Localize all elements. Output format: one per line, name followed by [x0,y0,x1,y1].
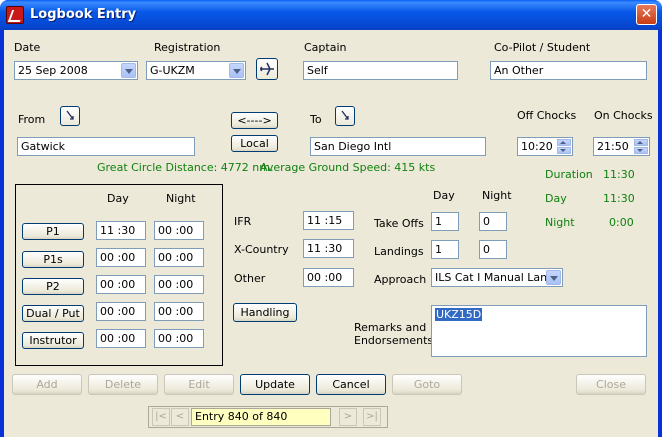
p2-night-field[interactable]: 00 :00 [154,275,204,294]
p1s-day-field[interactable]: 00 :00 [96,248,146,267]
average-ground-speed: Average Ground Speed: 415 kts [260,161,436,174]
off-chocks-label: Off Chocks [517,109,577,122]
other-label: Other [234,272,266,285]
remarks-label-line2: Endorsements [354,334,434,347]
captain-label: Captain [304,41,347,54]
dialog-body: Date 25 Sep 2008 Registration G-UKZM Cap… [4,30,658,437]
local-button[interactable]: Local [231,135,278,152]
from-label: From [18,113,46,126]
entry-position: Entry 840 of 840 [191,408,331,426]
captain-field[interactable]: Self [303,61,458,80]
xcountry-field[interactable]: 11 :30 [303,239,354,258]
off-chocks-field[interactable]: 10:20 [517,137,573,156]
delete-button[interactable]: Delete [88,374,158,395]
first-record-button[interactable]: |< [152,408,170,426]
logbook-entry-window: Logbook Entry ✕ Date 25 Sep 2008 Registr… [0,0,662,437]
from-field[interactable]: Gatwick [17,137,195,156]
remarks-label-line1: Remarks and [354,321,427,334]
edit-button[interactable]: Edit [164,374,234,395]
dual-night-field[interactable]: 00 :00 [154,302,204,321]
takeoffs-label: Take Offs [374,217,424,230]
registration-value: G-UKZM [150,64,195,77]
goto-button[interactable]: Goto [392,374,462,395]
day-summary-value: 11:30 [603,192,635,205]
locate-icon [341,110,349,120]
window-title: Logbook Entry [30,7,137,22]
copilot-field[interactable]: An Other [490,61,647,80]
p1s-night-field[interactable]: 00 :00 [154,248,204,267]
off-chocks-spinner[interactable] [557,139,571,154]
xcountry-label: X-Country [234,243,289,256]
chevron-down-icon[interactable] [546,270,561,285]
from-lookup-button[interactable] [60,106,80,126]
off-chocks-value: 10:20 [521,140,553,153]
role-p1-button[interactable]: P1 [22,223,84,240]
ifr-field[interactable]: 11 :15 [303,211,354,230]
p2-day-field[interactable]: 00 :00 [96,275,146,294]
night-summary-label: Night [545,216,575,229]
dual-day-field[interactable]: 00 :00 [96,302,146,321]
registration-label: Registration [154,41,221,54]
chevron-down-icon[interactable] [121,63,136,78]
p1-night-field[interactable]: 00 :00 [154,221,204,240]
instructor-day-field[interactable]: 00 :00 [96,329,146,348]
role-day-header: Day [107,192,129,205]
swap-airports-button[interactable]: <----> [231,112,278,129]
duration-label: Duration [545,168,593,181]
role-p2-button[interactable]: P2 [22,278,84,295]
update-button[interactable]: Update [240,374,310,395]
takeoffs-day-field[interactable]: 1 [431,212,459,231]
airplane-icon [260,62,274,76]
role-night-header: Night [166,192,196,205]
handling-button[interactable]: Handling [233,303,297,322]
title-bar[interactable]: Logbook Entry ✕ [0,0,662,30]
instructor-night-field[interactable]: 00 :00 [154,329,204,348]
remarks-textarea[interactable]: UKZ15D [431,305,647,357]
night-summary-value: 0:00 [609,216,634,229]
ifr-label: IFR [234,215,252,228]
on-chocks-label: On Chocks [594,109,653,122]
takeoffs-night-field[interactable]: 0 [479,212,507,231]
on-chocks-field[interactable]: 21:50 [593,137,650,156]
approach-label: Approach [374,273,427,286]
movements-night-header: Night [482,189,512,202]
close-button[interactable]: Close [576,374,646,395]
cancel-button[interactable]: Cancel [316,374,386,395]
role-dual-put-button[interactable]: Dual / Put [22,305,84,322]
great-circle-distance: Great Circle Distance: 4772 nm. [97,161,274,174]
last-record-button[interactable]: >| [363,408,381,426]
date-picker[interactable]: 25 Sep 2008 [14,61,138,80]
aircraft-lookup-button[interactable] [256,58,278,80]
record-navigator: |< < Entry 840 of 840 > >| [148,406,388,428]
to-lookup-button[interactable] [335,106,355,126]
locate-icon [66,110,74,120]
landings-day-field[interactable]: 1 [431,240,459,259]
window-close-button[interactable]: ✕ [636,4,657,25]
p1-day-field[interactable]: 11 :30 [96,221,146,240]
date-value: 25 Sep 2008 [18,64,88,77]
date-label: Date [14,41,41,54]
other-field[interactable]: 00 :00 [303,268,354,287]
to-field[interactable]: San Diego Intl [310,137,486,156]
next-record-button[interactable]: > [339,408,357,426]
landings-label: Landings [374,245,424,258]
approach-value: ILS Cat I Manual Land [435,271,555,284]
approach-select[interactable]: ILS Cat I Manual Land [431,268,563,287]
movements-day-header: Day [433,189,455,202]
duration-value: 11:30 [603,168,635,181]
on-chocks-spinner[interactable] [634,139,648,154]
role-p1s-button[interactable]: P1s [22,251,84,268]
remarks-value: UKZ15D [435,308,483,321]
previous-record-button[interactable]: < [171,408,189,426]
landings-night-field[interactable]: 0 [479,240,507,259]
day-summary-label: Day [545,192,567,205]
role-instructor-button[interactable]: Instrutor [22,332,84,349]
add-button[interactable]: Add [12,374,82,395]
chevron-down-icon[interactable] [229,63,244,78]
registration-select[interactable]: G-UKZM [146,61,246,80]
to-label: To [310,113,322,126]
on-chocks-value: 21:50 [597,140,629,153]
copilot-label: Co-Pilot / Student [494,41,591,54]
app-icon [6,6,24,24]
